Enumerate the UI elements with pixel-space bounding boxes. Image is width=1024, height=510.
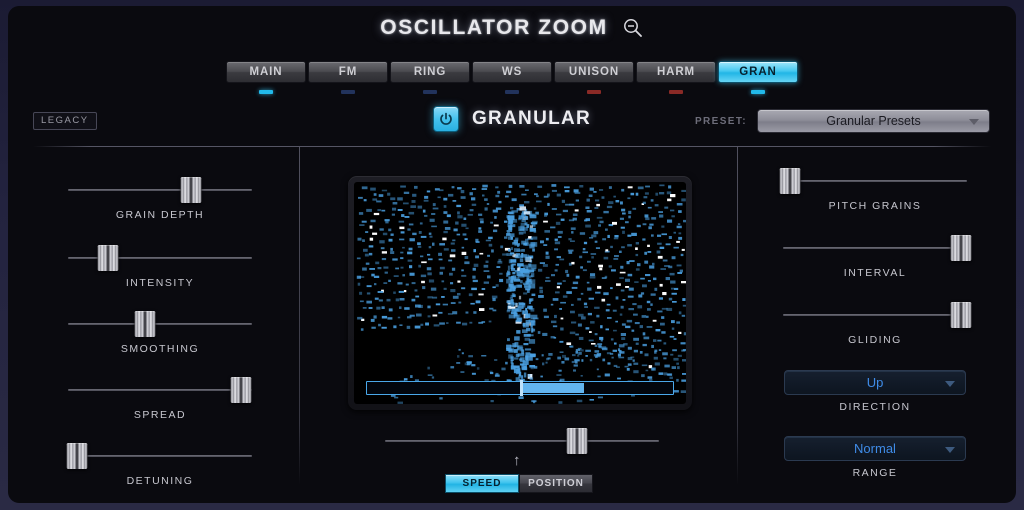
plugin-window: OSCILLATOR ZOOM MAIN FM RING WS UNISON HARM GR… xyxy=(0,0,1024,510)
dropdown-label: RANGE xyxy=(852,467,898,479)
mode-speed-button[interactable]: SPEED xyxy=(445,474,519,493)
left-panel-divider xyxy=(299,147,300,485)
slider-track xyxy=(783,180,967,182)
tab-indicator-ws xyxy=(505,90,519,94)
tab-fm[interactable]: FM xyxy=(308,61,388,83)
chevron-down-icon xyxy=(945,446,955,453)
tab-ws[interactable]: WS xyxy=(472,61,552,83)
mode-position-button[interactable]: POSITION xyxy=(519,474,593,493)
chevron-down-icon xyxy=(945,380,955,387)
slider-track xyxy=(783,247,967,249)
page-title: OSCILLATOR ZOOM xyxy=(380,16,608,39)
preset-dropdown[interactable]: Granular Presets xyxy=(757,109,990,133)
playback-progress-bar[interactable] xyxy=(366,380,674,396)
arrow-up-icon: ↑ xyxy=(513,452,521,469)
tab-main[interactable]: MAIN xyxy=(226,61,306,83)
titlebar: OSCILLATOR ZOOM xyxy=(8,16,1016,40)
preset-area: PRESET: Granular Presets xyxy=(695,109,990,133)
slider-handle[interactable] xyxy=(566,428,588,454)
slider-handle[interactable] xyxy=(950,235,972,261)
slider-label: DETUNING xyxy=(126,475,194,487)
dropdown-direction[interactable]: Up xyxy=(784,370,966,395)
mode-toggle-group: SPEED POSITION xyxy=(445,474,593,493)
slider-track xyxy=(385,440,659,442)
slider-label: SPREAD xyxy=(133,409,187,421)
slider-track xyxy=(68,455,252,457)
header-divider xyxy=(33,146,991,147)
tab-unison[interactable]: UNISON xyxy=(554,61,634,83)
slider-handle[interactable] xyxy=(230,377,252,403)
tab-ring[interactable]: RING xyxy=(390,61,470,83)
power-icon[interactable] xyxy=(432,106,459,132)
tab-indicator-unison xyxy=(587,90,601,94)
slider-label: GLIDING xyxy=(848,334,902,346)
visualizer-screen xyxy=(354,182,686,404)
tab-indicator-gran xyxy=(751,90,765,94)
plugin-panel: OSCILLATOR ZOOM MAIN FM RING WS UNISON HARM GR… xyxy=(8,6,1016,503)
slider-label: INTENSITY xyxy=(125,277,195,289)
dropdown-range[interactable]: Normal xyxy=(784,436,966,461)
slider-track xyxy=(68,257,252,259)
grain-cloud-display[interactable] xyxy=(348,176,692,410)
tab-harm[interactable]: HARM xyxy=(636,61,716,83)
oscillator-tab-bar: MAIN FM RING WS UNISON HARM GRAN xyxy=(8,61,1016,94)
slider-label: SMOOTHING xyxy=(120,343,200,355)
tab-indicator-ring xyxy=(423,90,437,94)
dropdown-value: Up xyxy=(866,375,884,390)
slider-handle[interactable] xyxy=(66,443,88,469)
slider-label: INTERVAL xyxy=(843,267,907,279)
slider-track xyxy=(68,189,252,191)
tab-indicator-harm xyxy=(669,90,683,94)
slider-track xyxy=(783,314,967,316)
chevron-down-icon xyxy=(969,119,979,125)
slider-track xyxy=(68,389,252,391)
magnifier-minus-icon[interactable] xyxy=(622,17,644,39)
preset-label: PRESET: xyxy=(694,115,747,127)
slider-track xyxy=(68,323,252,325)
playhead-marker[interactable] xyxy=(520,380,523,396)
tab-indicator-main xyxy=(259,90,273,94)
slider-handle[interactable] xyxy=(134,311,156,337)
tab-indicator-fm xyxy=(341,90,355,94)
slider-handle[interactable] xyxy=(180,177,202,203)
slider-label: PITCH GRAINS xyxy=(828,200,922,212)
dropdown-label: DIRECTION xyxy=(839,401,911,413)
right-panel-divider xyxy=(737,147,738,485)
slider-handle[interactable] xyxy=(950,302,972,328)
module-title: GRANULAR xyxy=(471,108,592,129)
slider-handle[interactable] xyxy=(779,168,801,194)
dropdown-value: Normal xyxy=(854,441,896,456)
preset-value: Granular Presets xyxy=(826,114,921,128)
slider-label: GRAIN DEPTH xyxy=(115,209,205,221)
tab-gran[interactable]: GRAN xyxy=(718,61,798,83)
progress-fill xyxy=(520,383,585,393)
slider-handle[interactable] xyxy=(97,245,119,271)
